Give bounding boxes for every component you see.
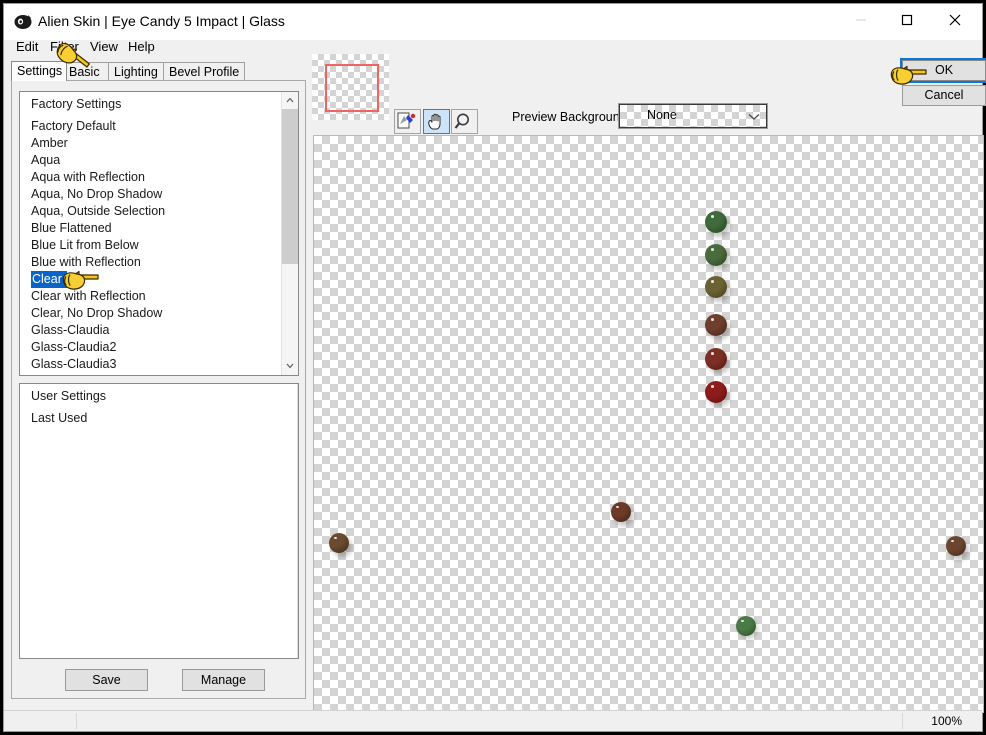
save-button[interactable]: Save <box>65 669 148 691</box>
user-list-item[interactable]: Last Used <box>20 410 298 427</box>
factory-list-item[interactable]: Glass-Claudia <box>20 322 298 339</box>
menu-edit[interactable]: Edit <box>12 37 42 56</box>
factory-list-item[interactable]: Glass-Claudia2 <box>20 339 298 356</box>
factory-list-scrollbar[interactable] <box>281 92 298 375</box>
scroll-thumb[interactable] <box>282 109 298 264</box>
cancel-button[interactable]: Cancel <box>902 85 986 106</box>
factory-list-header: Factory Settings <box>31 97 122 111</box>
minimize-button[interactable] <box>838 4 884 36</box>
manage-button[interactable]: Manage <box>182 669 265 691</box>
preview-background-select[interactable]: None <box>618 103 768 129</box>
factory-list-item[interactable]: Clear, No Drop Shadow <box>20 305 298 322</box>
factory-list-item[interactable]: Blue with Reflection <box>20 254 298 271</box>
preview-background-label: Preview Background: <box>512 110 631 124</box>
user-list-divider <box>297 384 298 658</box>
tab-lighting[interactable]: Lighting <box>108 62 166 81</box>
scroll-up-icon[interactable] <box>282 92 298 109</box>
tab-bevel-profile[interactable]: Bevel Profile <box>163 62 245 81</box>
window-title: Alien Skin | Eye Candy 5 Impact | Glass <box>38 13 285 29</box>
factory-list-item[interactable]: Aqua, Outside Selection <box>20 203 298 220</box>
user-list-header: User Settings <box>31 389 107 403</box>
factory-list-item[interactable]: Amber <box>20 135 298 152</box>
chevron-down-icon[interactable] <box>748 113 760 121</box>
menu-help[interactable]: Help <box>124 37 159 56</box>
transparency-checkerboard <box>314 136 983 712</box>
scroll-down-icon[interactable] <box>282 358 298 375</box>
app-icon <box>14 15 32 29</box>
factory-settings-list[interactable]: Factory Settings Factory Default Amber Aqua… <box>19 91 299 376</box>
tab-basic[interactable]: Basic <box>63 62 111 81</box>
application-window: Alien Skin | Eye Candy 5 Impact | Glass … <box>3 3 986 732</box>
glass-sphere <box>611 502 631 522</box>
glass-sphere <box>705 244 727 266</box>
preview-background-swatch <box>619 104 767 128</box>
glass-sphere <box>329 533 349 553</box>
factory-list-item[interactable]: Clear <box>20 271 298 288</box>
factory-list-item-label: Clear <box>31 271 67 288</box>
close-button[interactable] <box>932 4 978 36</box>
factory-list-item[interactable]: Aqua <box>20 152 298 169</box>
factory-list-item[interactable]: Factory Default <box>20 118 298 135</box>
title-bar: Alien Skin | Eye Candy 5 Impact | Glass <box>4 4 982 40</box>
menu-bar: Edit Filter View Help <box>4 37 982 59</box>
color-picker-tool-button[interactable] <box>394 109 421 134</box>
navigator-viewport-rect[interactable] <box>325 64 379 112</box>
tab-settings[interactable]: Settings <box>11 61 67 81</box>
factory-list-item[interactable]: Aqua, No Drop Shadow <box>20 186 298 203</box>
factory-list-item[interactable]: Glass-Claudia3 <box>20 356 298 373</box>
factory-list-item[interactable]: Aqua with Reflection <box>20 169 298 186</box>
ok-button[interactable]: OK <box>900 58 986 83</box>
hand-tool-button[interactable] <box>423 109 450 134</box>
factory-list-item[interactable]: Clear with Reflection <box>20 288 298 305</box>
factory-list-item[interactable]: Blue Flattened <box>20 220 298 237</box>
glass-sphere <box>705 276 727 298</box>
factory-list-item[interactable]: Blue Lit from Below <box>20 237 298 254</box>
zoom-level-status: 100% <box>931 714 962 728</box>
glass-sphere <box>705 211 727 233</box>
glass-sphere <box>705 314 727 336</box>
navigator-thumbnail[interactable] <box>312 54 389 120</box>
maximize-button[interactable] <box>884 4 930 36</box>
zoom-tool-button[interactable] <box>451 109 478 134</box>
settings-panel: Factory Settings Factory Default Amber Aqua… <box>11 80 306 699</box>
menu-filter[interactable]: Filter <box>46 37 83 56</box>
glass-sphere <box>946 536 966 556</box>
glass-sphere <box>705 381 727 403</box>
glass-sphere <box>736 616 756 636</box>
menu-view[interactable]: View <box>86 37 122 56</box>
preview-background-value: None <box>647 108 677 122</box>
glass-sphere <box>705 348 727 370</box>
tab-strip: Settings Basic Lighting Bevel Profile <box>11 61 306 81</box>
preview-canvas[interactable] <box>313 135 984 713</box>
status-bar: 100% <box>4 710 982 731</box>
user-settings-list[interactable]: User Settings Last Used <box>19 383 299 659</box>
